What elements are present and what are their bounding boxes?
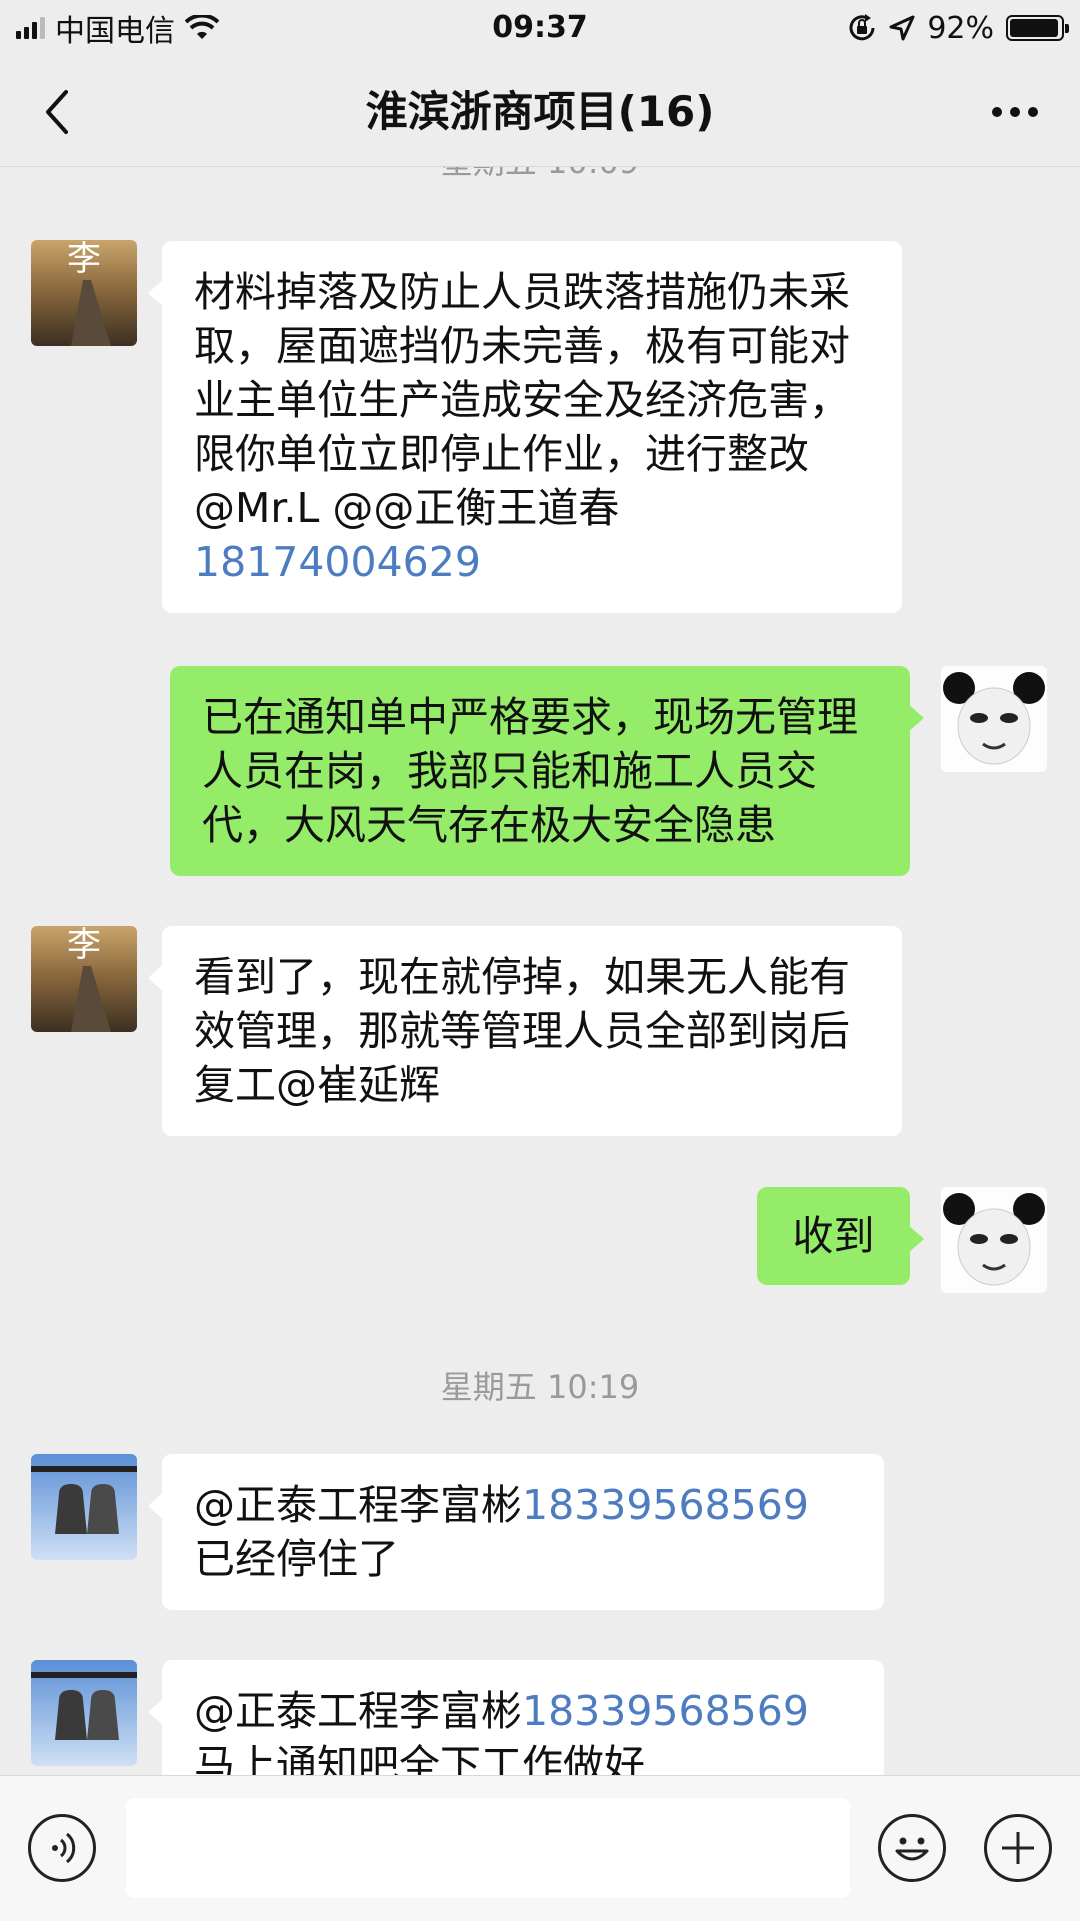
- avatar-self[interactable]: [941, 666, 1047, 772]
- svg-text:李: 李: [67, 926, 101, 965]
- message-bubble-1[interactable]: 材料掉落及防止人员跌落措施仍未采取，屋面遮挡仍未完善，极有可能对业主单位生产造成…: [148, 241, 902, 613]
- input-bar: [0, 1775, 1080, 1921]
- message-list[interactable]: 星期五 10:09 李 材料掉落及防止人员跌落措施仍未采取，屋面遮挡仍未完善，极…: [0, 167, 1080, 1775]
- message-text-3: 看到了，现在就停掉，如果无人能有效管理，那就等管理人员全部到岗后复工@崔延辉: [194, 953, 850, 1109]
- status-bar: 中国电信 09:37 92%: [0, 0, 1080, 56]
- message-text-5: 已经停住了: [194, 1535, 399, 1583]
- phone-link-6[interactable]: 18339568569: [522, 1687, 809, 1735]
- avatar-bells[interactable]: [31, 1454, 137, 1560]
- more-dots-icon[interactable]: [980, 82, 1050, 142]
- chat-header: 淮滨浙商项目(16): [0, 56, 1080, 167]
- avatar-li[interactable]: 李: [31, 240, 137, 346]
- chat-title: 淮滨浙商项目(16): [365, 87, 715, 136]
- mention-6: @正泰工程李富彬: [194, 1687, 522, 1735]
- timestamp: 星期五 10:19: [440, 1368, 640, 1406]
- message-bubble-4[interactable]: 收到: [757, 1187, 924, 1285]
- location-icon: [889, 15, 915, 41]
- message-bubble-2[interactable]: 已在通知单中严格要求，现场无管理人员在岗，我部只能和施工人员交代，大风天气存在极…: [170, 666, 924, 876]
- message-bubble-5[interactable]: @正泰工程李富彬18339568569 已经停住了: [148, 1454, 884, 1610]
- message-bubble-3[interactable]: 看到了，现在就停掉，如果无人能有效管理，那就等管理人员全部到岗后复工@崔延辉: [148, 926, 902, 1136]
- plus-icon[interactable]: [984, 1814, 1052, 1882]
- timestamp-partial: 星期五 10:09: [0, 167, 1080, 183]
- phone-link-5[interactable]: 18339568569: [522, 1481, 809, 1529]
- avatar-self[interactable]: [941, 1187, 1047, 1293]
- message-text-6: 马上通知吧全下工作做好: [194, 1741, 645, 1775]
- voice-icon[interactable]: [28, 1814, 96, 1882]
- svg-text:李: 李: [67, 240, 101, 279]
- message-text-4: 收到: [792, 1212, 875, 1260]
- message-bubble-6[interactable]: @正泰工程李富彬18339568569 马上通知吧全下工作做好: [148, 1660, 884, 1775]
- avatar-li[interactable]: 李: [31, 926, 137, 1032]
- message-text-2: 已在通知单中严格要求，现场无管理人员在岗，我部只能和施工人员交代，大风天气存在极…: [202, 693, 858, 849]
- rotation-lock-icon: [849, 14, 875, 41]
- battery-icon: [1006, 15, 1069, 41]
- emoji-icon[interactable]: [878, 1814, 946, 1882]
- mention-5: @正泰工程李富彬: [194, 1481, 522, 1529]
- message-text-1: 材料掉落及防止人员跌落措施仍未采取，屋面遮挡仍未完善，极有可能对业主单位生产造成…: [194, 268, 850, 532]
- status-right: 92%: [847, 8, 1069, 48]
- avatar-bells[interactable]: [31, 1660, 137, 1766]
- battery-percent: 92%: [927, 10, 994, 46]
- phone-link-1[interactable]: 18174004629: [194, 538, 481, 586]
- message-input[interactable]: [126, 1798, 850, 1898]
